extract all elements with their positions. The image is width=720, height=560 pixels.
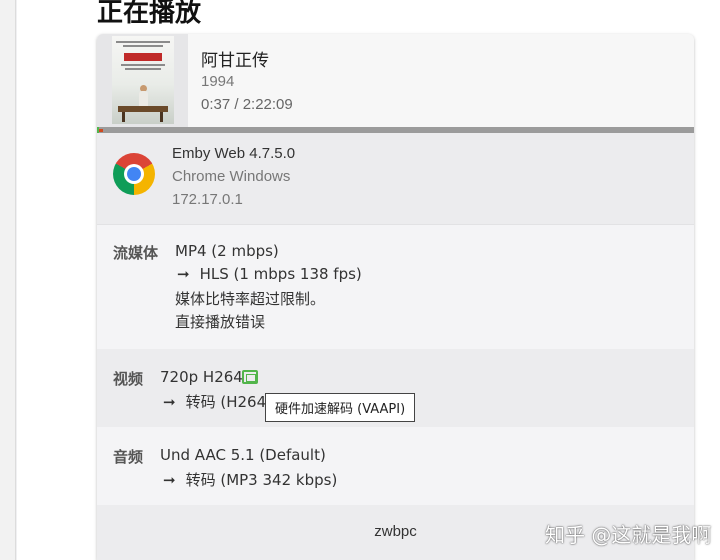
now-playing-header[interactable]: 阿甘正传 1994 0:37 / 2:22:09: [97, 34, 694, 127]
arrow-right-icon: ➞: [163, 393, 176, 411]
arrow-right-icon: ➞: [177, 265, 190, 283]
movie-poster[interactable]: [112, 36, 174, 124]
stream-label: 流媒体: [113, 244, 159, 262]
video-source: 720p H264: [160, 368, 243, 386]
stream-reason: 媒体比特率超过限制。: [175, 290, 326, 308]
movie-title[interactable]: 阿甘正传: [201, 46, 269, 71]
audio-label: 音频: [113, 448, 144, 466]
video-target-line: ➞ 转码 (H264: [163, 391, 266, 412]
client-os: Chrome Windows: [172, 168, 291, 185]
stream-source: MP4 (2 mbps): [175, 242, 279, 260]
left-sidebar-strip: [0, 0, 16, 560]
poster-frame: [97, 34, 188, 127]
session-card[interactable]: 阿甘正传 1994 0:37 / 2:22:09 Emby Web 4.7.5.…: [97, 34, 694, 560]
hardware-decode-tooltip: 硬件加速解码 (VAAPI): [265, 393, 416, 422]
audio-target: 转码 (MP3 342 kbps): [185, 471, 338, 489]
arrow-right-icon: ➞: [163, 471, 176, 489]
stream-target-line: ➞ HLS (1 mbps 138 fps): [177, 265, 362, 283]
page-title: 正在播放: [97, 0, 202, 28]
audio-source: Und AAC 5.1 (Default): [160, 446, 326, 464]
stream-error: 直接播放错误: [175, 313, 266, 331]
movie-year: 1994: [201, 73, 235, 90]
client-ip: 172.17.0.1: [172, 191, 243, 208]
stream-info-section: 流媒体 MP4 (2 mbps) ➞ HLS (1 mbps 138 fps) 媒…: [97, 224, 694, 349]
client-app-name: Emby Web 4.7.5.0: [172, 145, 296, 162]
watermark: 知乎 @这就是我啊: [545, 523, 712, 547]
playback-time: 0:37 / 2:22:09: [201, 96, 293, 113]
video-target: 转码 (H264: [185, 393, 267, 411]
video-label: 视频: [113, 370, 144, 388]
stream-target: HLS (1 mbps 138 fps): [199, 265, 362, 283]
hardware-decode-icon[interactable]: [242, 370, 258, 384]
progress-marker: [99, 129, 103, 132]
audio-target-line: ➞ 转码 (MP3 342 kbps): [163, 469, 337, 490]
chrome-icon: [113, 153, 155, 195]
page-container: 正在播放 阿甘正传 1994 0:37 / 2:22:09 Emby Web 4…: [17, 0, 720, 560]
client-info-section: Emby Web 4.7.5.0 Chrome Windows 172.17.0…: [97, 133, 694, 224]
audio-info-section: 音频 Und AAC 5.1 (Default) ➞ 转码 (MP3 342 kb…: [97, 427, 694, 505]
